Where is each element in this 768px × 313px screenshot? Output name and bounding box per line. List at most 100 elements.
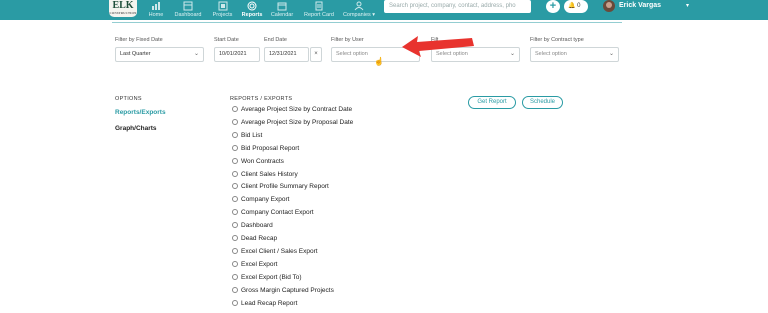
nav-calendar[interactable]: Calendar — [270, 0, 294, 20]
report-option-label: Bid List — [241, 131, 263, 139]
clear-dates-button[interactable]: × — [310, 47, 322, 62]
radio-icon[interactable] — [232, 170, 238, 177]
annotation-arrow-icon — [402, 36, 474, 57]
notifications-button[interactable]: 🔔 0 — [564, 0, 588, 13]
report-option[interactable]: Excel Client / Sales Export — [232, 247, 318, 255]
report-option[interactable]: Client Profile Summary Report — [232, 183, 329, 190]
companies-icon — [354, 1, 364, 11]
fixed-date-select[interactable]: Last Quarter ⌄ — [115, 47, 204, 62]
radio-icon[interactable] — [232, 286, 238, 293]
report-option[interactable]: Average Project Size by Contract Date — [232, 106, 352, 113]
report-option-label: Lead Recap Report — [241, 299, 298, 307]
fixed-date-label: Filter by Fixed Date — [115, 37, 163, 43]
report-option-label: Average Project Size by Contract Date — [241, 106, 353, 113]
report-option[interactable]: Excel Export — [232, 260, 278, 268]
reports-heading: REPORTS / EXPORTS — [230, 96, 293, 102]
home-icon — [152, 2, 160, 10]
report-option[interactable]: Company Contact Export — [232, 209, 314, 216]
logo-subtext: CONSTRUCTION — [109, 11, 137, 15]
nav-projects[interactable]: Projects — [210, 0, 235, 20]
report-option[interactable]: Bid List — [232, 131, 263, 139]
calendar-icon — [277, 2, 287, 11]
company-logo[interactable]: ELK CONSTRUCTION — [109, 0, 137, 17]
radio-icon[interactable] — [232, 196, 238, 203]
report-option-label: Excel Export (Bid To) — [241, 273, 302, 281]
nav-reports-label: Reports — [241, 12, 263, 18]
report-option[interactable]: Client Sales History — [232, 170, 298, 178]
bell-icon: 🔔 — [568, 3, 576, 9]
user-name[interactable]: Erick Vargas — [619, 2, 661, 9]
report-option-label: Dead Recap — [241, 235, 278, 242]
end-date-input[interactable]: 12/31/2021 — [264, 47, 309, 62]
projects-icon — [218, 1, 227, 11]
report-option-label: Excel Client / Sales Export — [241, 247, 318, 255]
add-button[interactable]: + — [546, 0, 560, 13]
nav-reports[interactable]: Reports — [240, 0, 264, 21]
nav-home[interactable]: Home — [145, 0, 167, 20]
report-option-label: Dashboard — [241, 222, 273, 230]
nav-companies-text: Companies — [342, 12, 371, 18]
radio-icon[interactable] — [232, 106, 238, 112]
nav-home-label: Home — [148, 12, 164, 18]
radio-icon[interactable] — [232, 144, 238, 151]
user-menu-chevron-icon[interactable]: ▾ — [686, 2, 689, 9]
radio-icon[interactable] — [232, 157, 238, 164]
report-option-label: Client Profile Summary Report — [241, 183, 329, 191]
radio-icon[interactable] — [232, 260, 238, 267]
start-date-input[interactable]: 10/01/2021 — [214, 47, 260, 62]
top-nav-bar: ELK CONSTRUCTION Home Dashboard Projects… — [0, 0, 768, 21]
report-option-label: Won Contracts — [241, 157, 284, 165]
report-option[interactable]: Bid Proposal Report — [232, 144, 299, 152]
report-option[interactable]: Company Export — [232, 196, 289, 203]
chevron-down-icon: ⌄ — [509, 51, 515, 57]
radio-icon[interactable] — [232, 299, 238, 306]
radio-icon[interactable] — [232, 209, 238, 216]
chevron-down-icon: ⌄ — [193, 51, 199, 57]
end-date-label: End Date — [264, 37, 287, 43]
chevron-down-icon: ⌄ — [608, 51, 614, 57]
radio-icon[interactable] — [232, 222, 238, 229]
reports-icon — [247, 1, 257, 11]
global-search-input[interactable]: Search project, company, contact, addres… — [384, 0, 531, 13]
report-option[interactable]: Won Contracts — [232, 157, 284, 165]
header-divider — [112, 22, 622, 23]
fixed-date-value: Last Quarter — [120, 51, 151, 57]
report-option[interactable]: Gross Margin Captured Projects — [232, 286, 334, 294]
radio-icon[interactable] — [232, 118, 238, 125]
avatar[interactable] — [603, 0, 615, 12]
nav-calendar-label: Calendar — [270, 12, 294, 18]
schedule-button[interactable]: Schedule — [522, 96, 563, 109]
report-card-icon — [315, 1, 323, 11]
dashboard-icon — [183, 1, 193, 11]
mouse-cursor-icon: ☝ — [374, 57, 384, 66]
report-option-label: Company Export — [241, 196, 290, 204]
nav-report-card-label: Report Card — [304, 12, 334, 18]
nav-companies[interactable]: Companies ▾ — [342, 0, 376, 20]
report-option[interactable]: Average Project Size by Proposal Date — [232, 118, 354, 126]
option-reports-exports[interactable]: Reports/Exports — [115, 109, 166, 116]
logo-text: ELK — [112, 0, 134, 11]
report-option-label: Gross Margin Captured Projects — [241, 286, 334, 294]
radio-icon[interactable] — [232, 235, 238, 241]
report-option[interactable]: Lead Recap Report — [232, 299, 298, 307]
nav-dashboard[interactable]: Dashboard — [173, 0, 203, 20]
contract-type-select[interactable]: Select option ⌄ — [530, 47, 619, 62]
radio-icon[interactable] — [232, 247, 238, 254]
option-graph-charts[interactable]: Graph/Charts — [115, 125, 157, 132]
report-option-label: Average Project Size by Proposal Date — [241, 118, 354, 126]
get-report-button[interactable]: Get Report — [468, 96, 516, 109]
radio-icon[interactable] — [232, 183, 238, 190]
report-option[interactable]: Dead Recap — [232, 235, 277, 242]
radio-icon[interactable] — [232, 273, 238, 280]
start-date-label: Start Date — [214, 37, 239, 43]
nav-dashboard-label: Dashboard — [174, 12, 202, 18]
options-heading: OPTIONS — [115, 96, 142, 102]
report-option[interactable]: Dashboard — [232, 222, 273, 229]
radio-icon[interactable] — [232, 131, 238, 138]
report-option[interactable]: Excel Export (Bid To) — [232, 273, 302, 281]
notification-count: 0 — [577, 3, 581, 9]
report-option-label: Excel Export — [241, 260, 278, 268]
nav-report-card[interactable]: Report Card — [302, 0, 336, 20]
contract-type-label: Filter by Contract type — [530, 37, 584, 43]
user-filter-label: Filter by User — [331, 37, 364, 43]
